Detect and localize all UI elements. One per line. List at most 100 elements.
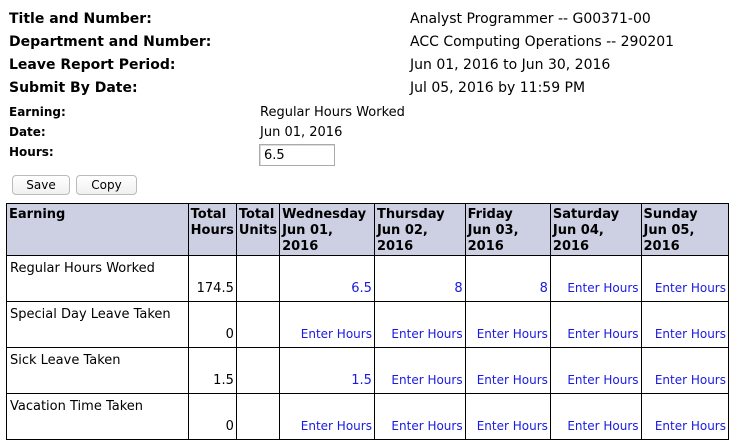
day-cell: Enter Hours [279, 301, 375, 348]
col-header-line: 2016 [376, 239, 414, 254]
day-cell: 8 [373, 255, 466, 302]
day-cell: Enter Hours [640, 255, 729, 302]
col-header-thursday: Thursday Jun 02, 2016 [373, 203, 466, 256]
enter-hours-link[interactable]: Enter Hours [655, 373, 726, 387]
title-row: Title and Number: Analyst Programmer -- … [9, 8, 729, 31]
col-header-line: Sunday [643, 207, 698, 222]
table-header-row: Earning Total Hours Total Units Wednesday Jun … [6, 203, 729, 256]
table-row: Vacation Time Taken 0 Enter Hours Enter Hou… [6, 393, 729, 440]
enter-hours-link[interactable]: Enter Hours [391, 373, 462, 387]
enter-hours-link[interactable]: Enter Hours [391, 419, 462, 433]
earning-label: Earning: [9, 105, 66, 119]
col-header-line: 2016 [467, 239, 504, 254]
col-header-total-units: Total Units [235, 203, 281, 256]
hours-value-link[interactable]: 6.5 [351, 281, 372, 296]
total-units-cell [235, 301, 281, 348]
earning-row: Earning: Regular Hours Worked [9, 102, 729, 122]
title-value: Analyst Programmer -- G00371-00 [410, 11, 651, 27]
total-units-cell [235, 347, 281, 394]
col-header-line: 2016 [282, 239, 319, 254]
enter-hours-link[interactable]: Enter Hours [567, 281, 638, 295]
total-hours-cell: 0 [187, 393, 237, 440]
col-header-sunday: Sunday Jun 05, 2016 [640, 203, 729, 256]
day-cell: Enter Hours [549, 347, 642, 394]
day-cell: Enter Hours [464, 301, 551, 348]
col-header-line: Saturday [552, 207, 620, 222]
enter-hours-link[interactable]: Enter Hours [391, 327, 462, 341]
hours-input[interactable] [259, 144, 335, 166]
enter-hours-link[interactable]: Enter Hours [477, 373, 548, 387]
day-cell: Enter Hours [373, 393, 466, 440]
enter-hours-link[interactable]: Enter Hours [655, 419, 726, 433]
earning-name-cell: Vacation Time Taken [6, 393, 189, 440]
table-row: Regular Hours Worked 174.5 6.5 8 8 Enter Hour… [6, 255, 729, 302]
day-cell: Enter Hours [373, 347, 466, 394]
period-value: Jun 01, 2016 to Jun 30, 2016 [410, 57, 611, 73]
enter-hours-link[interactable]: Enter Hours [477, 327, 548, 341]
enter-hours-link[interactable]: Enter Hours [301, 327, 372, 341]
table-row: Sick Leave Taken 1.5 1.5 Enter Hours Enter H… [6, 347, 729, 394]
title-label: Title and Number: [9, 11, 152, 27]
hours-value-link[interactable]: 8 [540, 281, 548, 296]
day-cell: Enter Hours [549, 255, 642, 302]
earning-name-cell: Sick Leave Taken [6, 347, 189, 394]
col-header-line: Jun 05, [643, 223, 695, 238]
enter-hours-link[interactable]: Enter Hours [301, 419, 372, 433]
date-label: Date: [9, 125, 46, 139]
submit-row: Submit By Date: Jul 05, 2016 by 11:59 PM [9, 77, 729, 100]
col-header-line: Total [190, 207, 227, 222]
day-cell: Enter Hours [549, 393, 642, 440]
enter-hours-link[interactable]: Enter Hours [567, 327, 638, 341]
col-header-line: Hours [190, 223, 234, 238]
enter-hours-link[interactable]: Enter Hours [567, 373, 638, 387]
earning-value: Regular Hours Worked [260, 105, 405, 120]
hours-value-link[interactable]: 1.5 [351, 373, 372, 388]
department-row: Department and Number: ACC Computing Ope… [9, 31, 729, 54]
col-header-line: Thursday [376, 207, 445, 222]
copy-button[interactable]: Copy [76, 175, 137, 195]
total-hours-cell: 0 [187, 301, 237, 348]
col-header-line: Earning [9, 207, 66, 222]
col-header-earning: Earning [6, 203, 189, 256]
department-value: ACC Computing Operations -- 290201 [410, 34, 675, 50]
day-cell: Enter Hours [640, 347, 729, 394]
table-row: Special Day Leave Taken 0 Enter Hours Enter… [6, 301, 729, 348]
day-cell: 6.5 [279, 255, 375, 302]
col-header-line: Wednesday [282, 207, 367, 222]
enter-hours-link[interactable]: Enter Hours [567, 419, 638, 433]
day-cell: Enter Hours [464, 393, 551, 440]
submit-value: Jul 05, 2016 by 11:59 PM [410, 80, 586, 96]
total-units-cell [235, 255, 281, 302]
col-header-line: Jun 02, [376, 223, 428, 238]
day-cell: 8 [464, 255, 551, 302]
day-cell: Enter Hours [640, 301, 729, 348]
col-header-line: 2016 [643, 239, 680, 254]
enter-hours-link[interactable]: Enter Hours [477, 419, 548, 433]
save-button[interactable]: Save [12, 175, 70, 195]
day-cell: Enter Hours [279, 393, 375, 440]
col-header-line: Jun 03, [467, 223, 519, 238]
col-header-saturday: Saturday Jun 04, 2016 [549, 203, 642, 256]
day-cell: 1.5 [279, 347, 375, 394]
period-row: Leave Report Period: Jun 01, 2016 to Jun… [9, 54, 729, 77]
period-label: Leave Report Period: [9, 57, 176, 73]
col-header-friday: Friday Jun 03, 2016 [464, 203, 551, 256]
submit-label: Submit By Date: [9, 80, 138, 96]
date-row: Date: Jun 01, 2016 [9, 122, 729, 142]
day-cell: Enter Hours [640, 393, 729, 440]
day-cell: Enter Hours [464, 347, 551, 394]
timesheet-table: Earning Total Hours Total Units Wednesday Jun … [6, 203, 729, 440]
col-header-line: Friday [467, 207, 513, 222]
col-header-line: Jun 01, [282, 223, 333, 238]
enter-hours-link[interactable]: Enter Hours [655, 327, 726, 341]
hours-label: Hours: [9, 145, 54, 159]
employee-info: Title and Number: Analyst Programmer -- … [9, 8, 729, 100]
hours-row: Hours: [9, 142, 729, 166]
col-header-total-hours: Total Hours [187, 203, 237, 256]
enter-hours-link[interactable]: Enter Hours [655, 281, 726, 295]
day-cell: Enter Hours [373, 301, 466, 348]
col-header-wednesday: Wednesday Jun 01, 2016 [279, 203, 375, 256]
hours-value-link[interactable]: 8 [454, 281, 462, 296]
col-header-line: 2016 [552, 239, 590, 254]
col-header-line: Units [238, 223, 278, 238]
